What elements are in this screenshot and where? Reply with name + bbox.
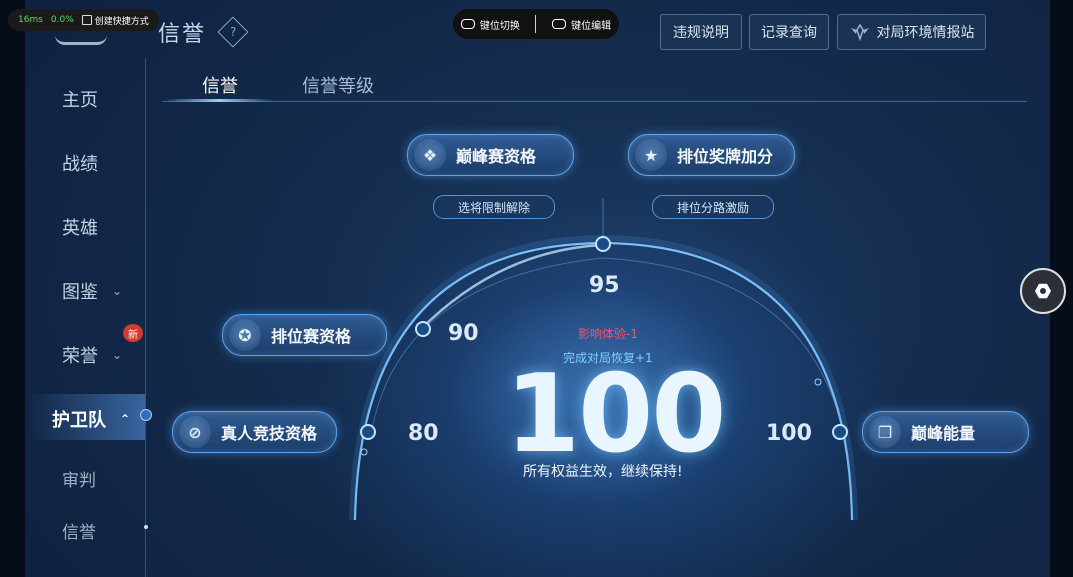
threshold-node-100: [832, 424, 848, 440]
threshold-95: 95: [589, 273, 620, 298]
keymap-switch-label: 键位切换: [479, 20, 520, 32]
rank-medal-bonus-button[interactable]: ★ 排位奖牌加分: [628, 134, 795, 176]
rank-medal-bonus-label: 排位奖牌加分: [677, 147, 774, 166]
floating-assistant-button[interactable]: [1020, 268, 1066, 314]
ranked-qualification-label: 排位赛资格: [271, 327, 352, 346]
shortcut-label: 创建快捷方式: [94, 16, 149, 27]
toolbar-divider: [535, 15, 537, 33]
keymap-toolbar: 键位切换 键位编辑: [453, 9, 619, 39]
threshold-node-80: [360, 424, 376, 440]
no-robot-icon: ⊘: [179, 416, 211, 448]
threshold-node-95: [595, 236, 611, 252]
threshold-80: 80: [408, 421, 439, 446]
gamepad-icon: [552, 19, 567, 29]
diamond-cluster-icon: ❖: [414, 139, 446, 171]
impact-notice: 影响体验-1: [578, 327, 638, 341]
credit-score: 100: [505, 352, 726, 477]
latency-readout: 16ms: [18, 15, 43, 25]
rank-lane-incentive-badge[interactable]: 排位分路激励: [652, 195, 774, 219]
keymap-edit-label: 键位编辑: [571, 20, 612, 32]
human-match-qualification-button[interactable]: ⊘ 真人竞技资格: [172, 411, 337, 453]
ranked-qualification-button[interactable]: ✪ 排位赛资格: [222, 314, 387, 356]
percent-readout: 0.0%: [50, 15, 74, 25]
peak-energy-label: 巅峰能量: [911, 424, 976, 443]
threshold-100: 100: [766, 421, 812, 446]
shortcut-icon: [81, 15, 92, 25]
gamepad-icon: [460, 19, 475, 29]
pick-restriction-lift-badge[interactable]: 选将限制解除: [433, 195, 555, 219]
perf-overlay: 16ms 0.0% 创建快捷方式: [8, 9, 159, 31]
star-medal-icon: ★: [635, 139, 667, 171]
create-shortcut-button[interactable]: 创建快捷方式: [81, 14, 149, 27]
keymap-switch-button[interactable]: 键位切换: [460, 17, 520, 32]
status-message: 所有权益生效，继续保持!: [523, 464, 683, 480]
credit-arc-graphic: [270, 100, 1027, 521]
peak-qualification-label: 巅峰赛资格: [456, 147, 537, 166]
peak-energy-button[interactable]: ❐ 巅峰能量: [862, 411, 1029, 453]
hex-nut-icon: [1035, 283, 1051, 299]
peak-qualification-button[interactable]: ❖ 巅峰赛资格: [407, 134, 574, 176]
shield-star-icon: ✪: [229, 319, 261, 351]
cube-icon: ❐: [869, 416, 901, 448]
keymap-edit-button[interactable]: 键位编辑: [552, 17, 611, 32]
threshold-90: 90: [448, 321, 479, 346]
threshold-node-90: [415, 321, 431, 337]
human-match-qualification-label: 真人竞技资格: [221, 424, 318, 443]
